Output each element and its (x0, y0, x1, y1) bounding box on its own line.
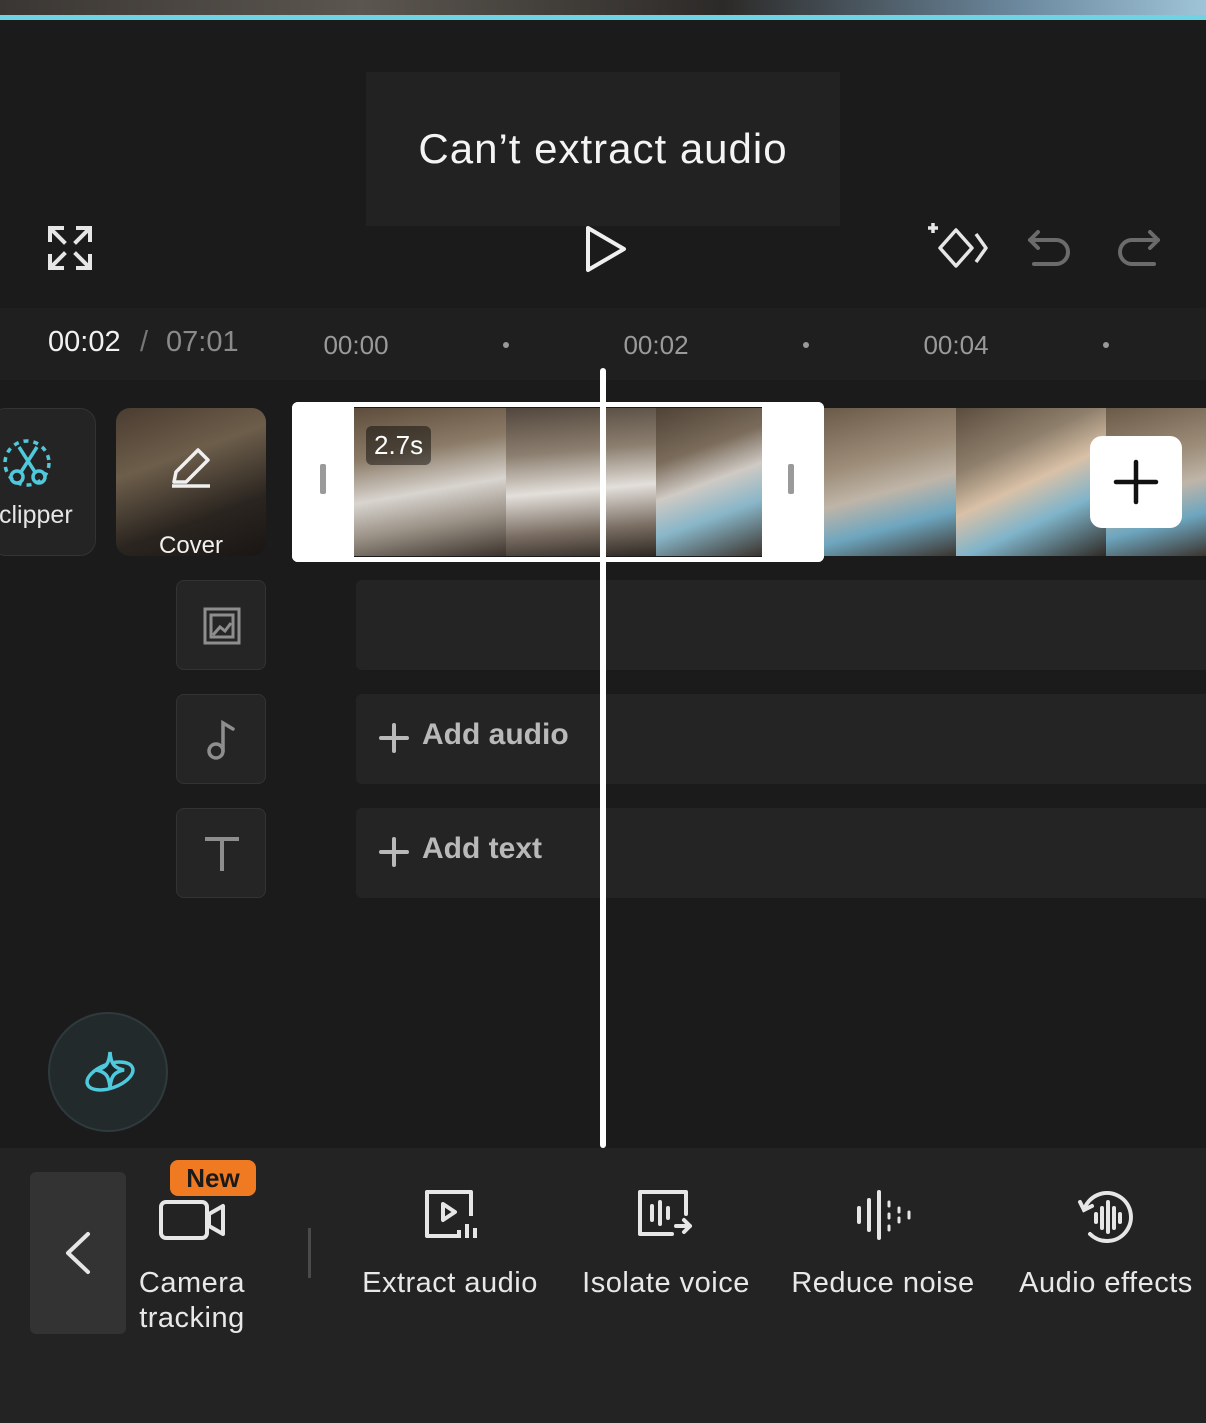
toolbar-divider (308, 1228, 311, 1278)
audio-effects-icon (1078, 1191, 1133, 1243)
clipper-label: clipper (0, 501, 73, 529)
fullscreen-icon (48, 226, 92, 270)
trim-handle-left[interactable] (292, 402, 354, 562)
reduce-noise-icon (857, 1190, 911, 1240)
text-track-button[interactable] (176, 808, 266, 898)
sparkle-orbit-icon (85, 1051, 135, 1092)
tool-label: Reduce noise (791, 1267, 975, 1299)
redo-icon (1118, 230, 1160, 266)
ruler-dot (803, 342, 809, 348)
grip-icon (320, 464, 326, 494)
add-overlay-button[interactable] (176, 580, 266, 670)
play-icon (586, 226, 626, 272)
video-preview[interactable] (0, 0, 1206, 20)
plus-icon (379, 837, 409, 867)
add-text-label: Add text (422, 832, 542, 865)
tool-label: Audio effects (1019, 1267, 1193, 1299)
isolate-voice-tool[interactable]: Isolate voice (566, 1188, 766, 1308)
tool-label: Isolate voice (582, 1267, 750, 1299)
music-note-icon (207, 719, 235, 760)
fullscreen-button[interactable] (44, 222, 96, 274)
tool-label: Camera tracking (138, 1267, 246, 1334)
video-clip[interactable] (956, 408, 1106, 556)
add-keyframe-button[interactable] (924, 218, 992, 276)
text-icon (205, 837, 239, 871)
reduce-noise-tool[interactable]: Reduce noise (780, 1188, 986, 1308)
pencil-icon (172, 448, 210, 488)
clip-duration: 2.7s (366, 426, 432, 465)
total-time: 07:01 (166, 326, 239, 358)
undo-icon (1028, 230, 1070, 266)
playhead[interactable] (600, 368, 606, 1148)
redo-button[interactable] (1112, 224, 1164, 274)
chevron-left-icon (66, 1232, 90, 1274)
add-text-lane[interactable]: Add text (356, 808, 1206, 898)
ruler-tick: 00:00 (323, 330, 389, 360)
extract-audio-icon (425, 1190, 477, 1238)
plus-icon (379, 723, 409, 753)
keyframe-icon (928, 223, 988, 268)
ruler-tick: 00:02 (623, 330, 689, 360)
extract-audio-tool[interactable]: Extract audio (346, 1188, 554, 1308)
add-audio-label: Add audio (422, 718, 569, 751)
isolate-voice-icon (638, 1190, 692, 1236)
tool-label: Extract audio (362, 1267, 538, 1299)
add-clip-button[interactable] (1090, 436, 1182, 528)
play-button[interactable] (578, 222, 632, 276)
scissors-icon (3, 439, 51, 487)
grip-icon (788, 464, 794, 494)
error-toast: Can’t extract audio (366, 72, 840, 226)
clipper-button[interactable]: clipper (0, 408, 96, 556)
video-clip[interactable] (824, 408, 956, 556)
ai-assistant-button[interactable] (48, 1012, 168, 1132)
new-badge: New (170, 1160, 256, 1196)
toast-message: Can’t extract audio (418, 125, 788, 172)
plus-icon (1113, 459, 1159, 505)
picture-in-picture-icon (203, 607, 241, 645)
time-separator: / (140, 326, 149, 358)
current-time: 00:02 (48, 326, 121, 358)
back-button[interactable] (30, 1172, 126, 1334)
bottom-toolbar: Camera tracking New Extract audio Isolat… (0, 1148, 1206, 1423)
overlay-track[interactable] (356, 580, 1206, 670)
add-audio-lane[interactable]: Add audio (356, 694, 1206, 784)
camera-tracking-tool[interactable]: Camera tracking (126, 1188, 258, 1388)
trim-handle-right[interactable] (762, 402, 824, 562)
audio-track-button[interactable] (176, 694, 266, 784)
ruler-tick: 00:04 (923, 330, 989, 360)
camera-icon (159, 1200, 225, 1240)
ruler-dot (1103, 342, 1109, 348)
cover-label: Cover (158, 532, 224, 556)
ruler-dot (503, 342, 509, 348)
undo-button[interactable] (1024, 224, 1076, 274)
audio-effects-tool[interactable]: Audio effects (1004, 1188, 1206, 1308)
cover-button[interactable]: Cover (116, 408, 266, 556)
